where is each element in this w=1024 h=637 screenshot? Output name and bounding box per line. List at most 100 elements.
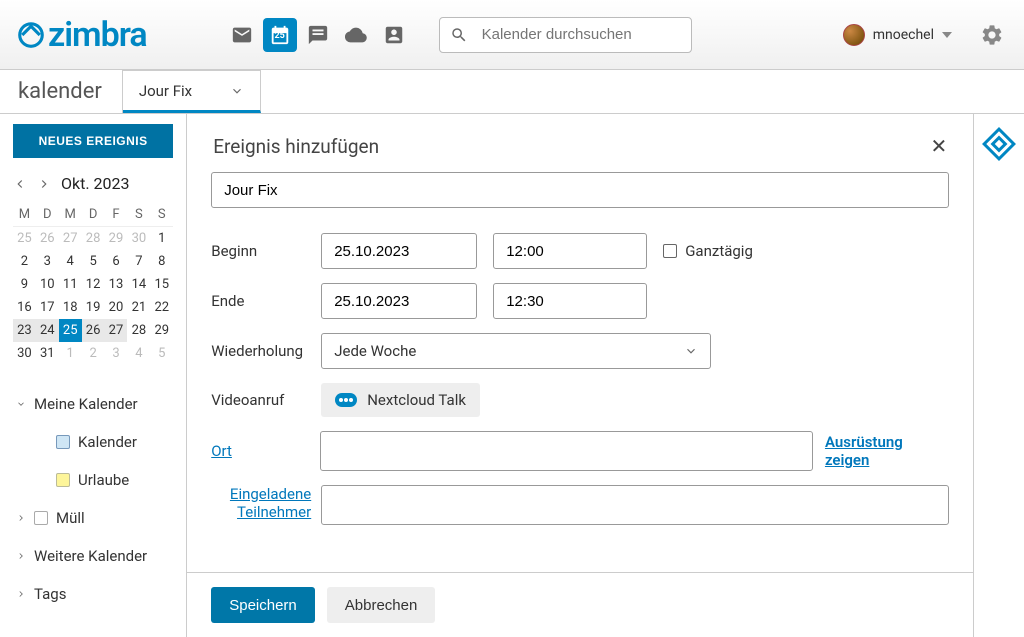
calendar-day[interactable]: 25 — [59, 319, 82, 342]
search-input[interactable] — [482, 26, 681, 43]
calendar-day[interactable]: 18 — [59, 296, 82, 319]
section-label: kalender — [0, 70, 123, 113]
calendar-day[interactable]: 2 — [13, 250, 36, 273]
calendar-day[interactable]: 26 — [82, 319, 105, 342]
contacts-icon[interactable] — [377, 18, 411, 52]
invitees-input[interactable] — [321, 485, 949, 525]
calendar-day[interactable]: 22 — [150, 296, 173, 319]
calendar-day[interactable]: 21 — [127, 296, 150, 319]
begin-label: Beginn — [211, 242, 321, 260]
videocall-chip[interactable]: Nextcloud Talk — [321, 383, 480, 417]
tabs-row: kalender Jour Fix — [0, 70, 1024, 114]
calendar-day[interactable]: 3 — [105, 342, 128, 365]
mini-calendar-grid: MDMDFSS252627282930123456789101112131415… — [13, 203, 173, 365]
calendar-day[interactable]: 29 — [150, 319, 173, 342]
cancel-button[interactable]: Abbrechen — [327, 587, 436, 623]
calendar-day[interactable]: 5 — [82, 250, 105, 273]
calendar-day[interactable]: 15 — [150, 273, 173, 296]
repeat-select[interactable]: Jede Woche — [321, 333, 711, 369]
calendar-day[interactable]: 23 — [13, 319, 36, 342]
begin-date-input[interactable] — [321, 233, 477, 269]
calendar-day[interactable]: 26 — [36, 227, 59, 250]
calendar-color-icon — [56, 473, 70, 487]
logo: zimbra — [16, 15, 147, 55]
calendar-day[interactable]: 4 — [59, 250, 82, 273]
user-menu[interactable]: mnoechel — [835, 20, 960, 50]
calendar-day[interactable]: 14 — [127, 273, 150, 296]
end-date-input[interactable] — [321, 283, 477, 319]
calendar-day[interactable]: 10 — [36, 273, 59, 296]
location-input[interactable] — [320, 431, 813, 471]
calendar-day[interactable]: 3 — [36, 250, 59, 273]
location-label[interactable]: Ort — [211, 442, 320, 460]
close-button[interactable]: ✕ — [930, 134, 947, 158]
calendar-day[interactable]: 1 — [59, 342, 82, 365]
settings-button[interactable] — [976, 19, 1008, 51]
video-label: Videoanruf — [211, 391, 321, 409]
next-month-button[interactable] — [37, 177, 51, 191]
calendar-day[interactable]: 4 — [127, 342, 150, 365]
calendar-group-other[interactable]: Weitere Kalender — [0, 537, 186, 575]
calendar-day[interactable]: 11 — [59, 273, 82, 296]
calendar-group-my[interactable]: Meine Kalender — [0, 385, 186, 423]
calendar-day[interactable]: 13 — [105, 273, 128, 296]
sidebar: NEUES EREIGNIS Okt. 2023 MDMDFSS25262728… — [0, 114, 187, 637]
calendar-day[interactable]: 12 — [82, 273, 105, 296]
calendar-day[interactable]: 30 — [127, 227, 150, 250]
calendar-day[interactable]: 28 — [127, 319, 150, 342]
calendar-day[interactable]: 27 — [59, 227, 82, 250]
calendar-day[interactable]: 8 — [150, 250, 173, 273]
event-title-input[interactable] — [211, 172, 949, 208]
calendar-icon[interactable]: 25 — [263, 18, 297, 52]
calendar-day[interactable]: 27 — [105, 319, 128, 342]
calendar-day[interactable]: 6 — [105, 250, 128, 273]
tab-event[interactable]: Jour Fix — [123, 70, 261, 113]
calendar-day[interactable]: 2 — [82, 342, 105, 365]
prev-month-button[interactable] — [13, 177, 27, 191]
calendar-icon-date: 25 — [274, 31, 284, 41]
calendar-day[interactable]: 31 — [36, 342, 59, 365]
invitees-label[interactable]: Eingeladene Teilnehmer — [211, 485, 321, 521]
calendar-day[interactable]: 5 — [150, 342, 173, 365]
calendar-day[interactable]: 20 — [105, 296, 128, 319]
chat-icon[interactable] — [301, 18, 335, 52]
calendar-list: Meine Kalender Kalender Urlaube Müll Wei… — [0, 385, 186, 613]
videocall-chip-label: Nextcloud Talk — [367, 391, 466, 409]
begin-time-input[interactable] — [493, 233, 647, 269]
calendar-day[interactable]: 17 — [36, 296, 59, 319]
cloud-icon[interactable] — [339, 18, 373, 52]
app-launcher-icon[interactable] — [982, 127, 1016, 161]
calendar-day[interactable]: 1 — [150, 227, 173, 250]
right-rail — [974, 114, 1024, 637]
save-button[interactable]: Speichern — [211, 587, 315, 623]
calendar-group-tags[interactable]: Tags — [0, 575, 186, 613]
nav-icons: 25 — [225, 18, 411, 52]
calendar-day[interactable]: 28 — [82, 227, 105, 250]
username: mnoechel — [873, 27, 934, 43]
end-time-input[interactable] — [493, 283, 647, 319]
search-icon — [450, 26, 468, 44]
calendar-day[interactable]: 16 — [13, 296, 36, 319]
repeat-label: Wiederholung — [211, 342, 321, 360]
chevron-right-icon — [16, 587, 26, 601]
calendar-item-kalender[interactable]: Kalender — [0, 423, 186, 461]
allday-checkbox[interactable]: Ganztägig — [663, 242, 753, 260]
calendar-day[interactable]: 25 — [13, 227, 36, 250]
calendar-day[interactable]: 29 — [105, 227, 128, 250]
show-equipment-link[interactable]: Ausrüstung zeigen — [825, 433, 949, 469]
calendar-item-mull[interactable]: Müll — [0, 499, 186, 537]
calendar-day[interactable]: 24 — [36, 319, 59, 342]
form-footer: Speichern Abbrechen — [187, 572, 973, 637]
calendar-day[interactable]: 19 — [82, 296, 105, 319]
calendar-day[interactable]: 30 — [13, 342, 36, 365]
panel-title: Ereignis hinzufügen — [213, 135, 379, 158]
new-event-button[interactable]: NEUES EREIGNIS — [13, 124, 173, 158]
weekday-header: F — [105, 203, 128, 227]
chevron-down-icon[interactable] — [230, 84, 244, 98]
search-box[interactable] — [439, 17, 692, 53]
calendar-day[interactable]: 9 — [13, 273, 36, 296]
mail-icon[interactable] — [225, 18, 259, 52]
calendar-day[interactable]: 7 — [127, 250, 150, 273]
avatar — [843, 24, 865, 46]
calendar-item-urlaube[interactable]: Urlaube — [0, 461, 186, 499]
